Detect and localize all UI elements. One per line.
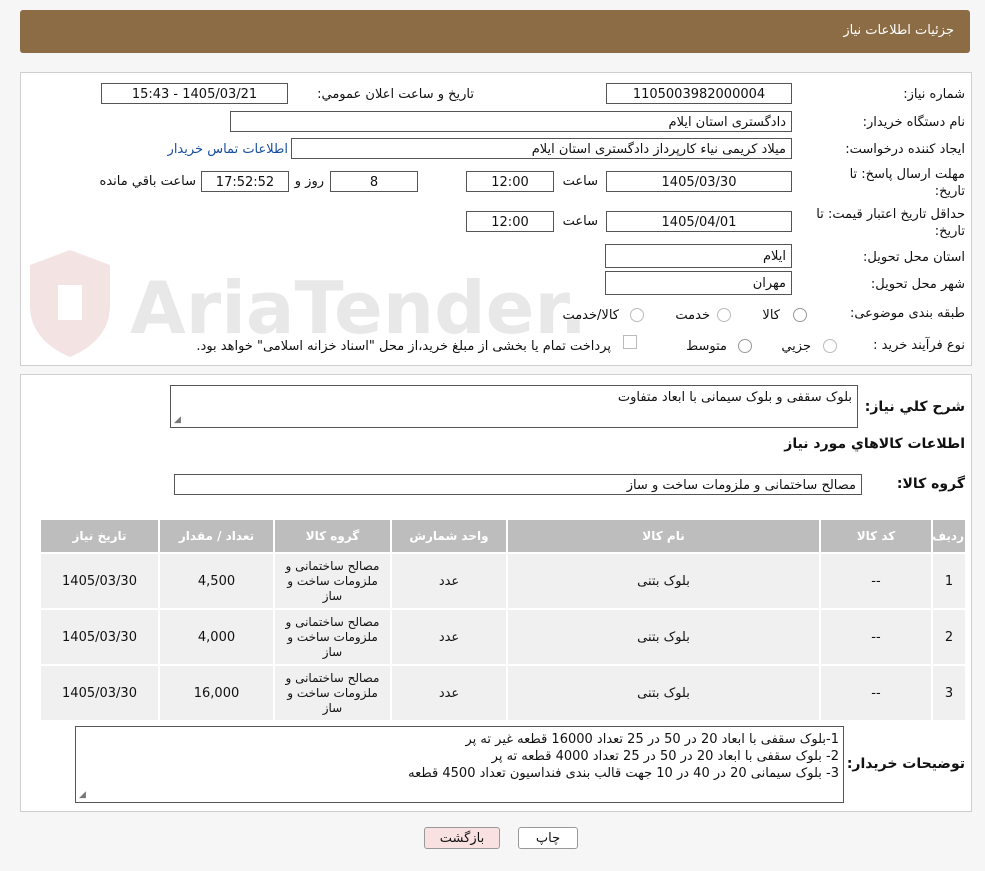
- page-header: جزئیات اطلاعات نیاز: [20, 10, 970, 53]
- treasury-payment-note: پرداخت تمام يا بخشی از مبلغ خريد،از محل …: [196, 339, 611, 354]
- table-row: 1 -- بلوک بتنی عدد مصالح ساختمانی و ملزو…: [41, 554, 965, 608]
- deadline-time-label: ساعت: [562, 174, 598, 189]
- col-group-header: گروه کالا: [275, 520, 390, 552]
- buyer-note-line-3: 3- بلوک سیمانی 20 در 40 در 10 جهت قالب ب…: [408, 766, 839, 781]
- validity-time-field: 12:00: [466, 211, 554, 232]
- cell-date: 1405/03/30: [41, 554, 158, 608]
- resize-grip-icon[interactable]: ◢: [79, 791, 86, 800]
- city-label: شهر محل تحويل:: [870, 277, 965, 292]
- process-label: نوع فرآيند خريد :: [873, 338, 965, 353]
- category-radio-goods-service[interactable]: [630, 308, 644, 322]
- province-field: ایلام: [605, 244, 792, 268]
- summary-label: شرح کلي نياز:: [864, 399, 965, 415]
- summary-text: بلوک سقفی و بلوک سیمانی با ابعاد متفاوت: [617, 390, 852, 405]
- cell-name: بلوک بتنی: [508, 610, 819, 664]
- process-radio-minor[interactable]: [823, 339, 837, 353]
- buyer-note-line-2: 2- بلوک سقفی با ابعاد 20 در 50 در 25 تعد…: [491, 749, 839, 764]
- page-title: جزئیات اطلاعات نیاز: [843, 23, 954, 38]
- deadline-time-field: 12:00: [466, 171, 554, 192]
- cell-group: مصالح ساختمانی و ملزومات ساخت و ساز: [275, 554, 390, 608]
- province-label: استان محل تحويل:: [863, 250, 965, 265]
- validity-time-label: ساعت: [562, 214, 598, 229]
- cell-group: مصالح ساختمانی و ملزومات ساخت و ساز: [275, 666, 390, 720]
- process-option-medium: متوسط: [686, 339, 727, 354]
- table-row: 3 -- بلوک بتنی عدد مصالح ساختمانی و ملزو…: [41, 666, 965, 720]
- col-name-header: نام کالا: [508, 520, 819, 552]
- validity-label-date: تاريخ:: [934, 224, 965, 239]
- items-table: رديف کد کالا نام کالا واحد شمارش گروه کا…: [39, 518, 967, 722]
- days-label: روز و: [294, 174, 324, 189]
- requester-field: میلاد کریمی نیاء کارپرداز دادگستری استان…: [291, 138, 792, 159]
- process-radio-medium[interactable]: [738, 339, 752, 353]
- print-button[interactable]: چاپ: [518, 827, 578, 849]
- cell-unit: عدد: [392, 610, 506, 664]
- cell-row: 3: [933, 666, 965, 720]
- requester-label: ايجاد کننده درخواست:: [845, 142, 965, 157]
- cell-row: 2: [933, 610, 965, 664]
- category-option-service: خدمت: [675, 308, 710, 323]
- validity-label: حداقل تاريخ اعتبار قيمت: تا: [816, 207, 965, 222]
- deadline-label: مهلت ارسال پاسخ: تا: [849, 167, 965, 182]
- col-unit-header: واحد شمارش: [392, 520, 506, 552]
- category-option-goods: کالا: [762, 308, 780, 323]
- cell-qty: 16,000: [160, 666, 273, 720]
- table-header-row: رديف کد کالا نام کالا واحد شمارش گروه کا…: [41, 520, 965, 552]
- category-label: طبقه بندی موضوعی:: [849, 306, 965, 321]
- cell-code: --: [821, 666, 931, 720]
- need-number-field: 1105003982000004: [606, 83, 792, 104]
- col-code-header: کد کالا: [821, 520, 931, 552]
- process-option-minor: جزيي: [781, 339, 811, 354]
- cell-unit: عدد: [392, 554, 506, 608]
- announce-date-label: تاریخ و ساعت اعلان عمومي:: [317, 87, 474, 102]
- validity-date-field: 1405/04/01: [606, 211, 792, 232]
- cell-name: بلوک بتنی: [508, 554, 819, 608]
- cell-unit: عدد: [392, 666, 506, 720]
- days-remaining-field: 8: [330, 171, 418, 192]
- category-radio-goods[interactable]: [793, 308, 807, 322]
- cell-name: بلوک بتنی: [508, 666, 819, 720]
- cell-code: --: [821, 554, 931, 608]
- group-field: مصالح ساختمانی و ملزومات ساخت و ساز: [174, 474, 862, 495]
- summary-textarea[interactable]: بلوک سقفی و بلوک سیمانی با ابعاد متفاوت …: [170, 385, 858, 428]
- buyer-org-field: دادگستری استان ایلام: [230, 111, 792, 132]
- need-number-label: شماره نیاز:: [903, 87, 965, 102]
- buyer-contact-link[interactable]: اطلاعات تماس خريدار: [168, 142, 288, 157]
- deadline-date-field: 1405/03/30: [606, 171, 792, 192]
- cell-row: 1: [933, 554, 965, 608]
- time-remaining-field: 17:52:52: [201, 171, 289, 192]
- resize-grip-icon[interactable]: ◢: [174, 416, 181, 425]
- cell-date: 1405/03/30: [41, 610, 158, 664]
- cell-group: مصالح ساختمانی و ملزومات ساخت و ساز: [275, 610, 390, 664]
- category-option-goods-service: کالا/خدمت: [562, 308, 619, 323]
- deadline-label-date: تاريخ:: [934, 184, 965, 199]
- time-remaining-label: ساعت باقي مانده: [99, 174, 196, 189]
- col-row-header: رديف: [932, 520, 965, 552]
- table-row: 2 -- بلوک بتنی عدد مصالح ساختمانی و ملزو…: [41, 610, 965, 664]
- cell-qty: 4,500: [160, 554, 273, 608]
- category-radio-service[interactable]: [717, 308, 731, 322]
- buyer-note-line-1: 1-بلوک سقفی با ابعاد 20 در 50 در 25 تعدا…: [465, 732, 840, 747]
- cell-code: --: [821, 610, 931, 664]
- buyer-notes-textarea[interactable]: 1-بلوک سقفی با ابعاد 20 در 50 در 25 تعدا…: [75, 726, 844, 803]
- back-button[interactable]: بازگشت: [424, 827, 500, 849]
- col-date-header: تاريخ نياز: [41, 520, 158, 552]
- buyer-org-label: نام دستگاه خريدار:: [862, 115, 965, 130]
- city-field: مهران: [605, 271, 792, 295]
- col-qty-header: تعداد / مقدار: [160, 520, 273, 552]
- announce-date-field: 1405/03/21 - 15:43: [101, 83, 288, 104]
- items-heading: اطلاعات کالاهاي مورد نياز: [784, 436, 965, 452]
- group-label: گروه کالا:: [896, 476, 965, 492]
- cell-date: 1405/03/30: [41, 666, 158, 720]
- treasury-checkbox[interactable]: [623, 335, 637, 349]
- buyer-notes-label: توضیحات خریدار:: [846, 756, 965, 772]
- cell-qty: 4,000: [160, 610, 273, 664]
